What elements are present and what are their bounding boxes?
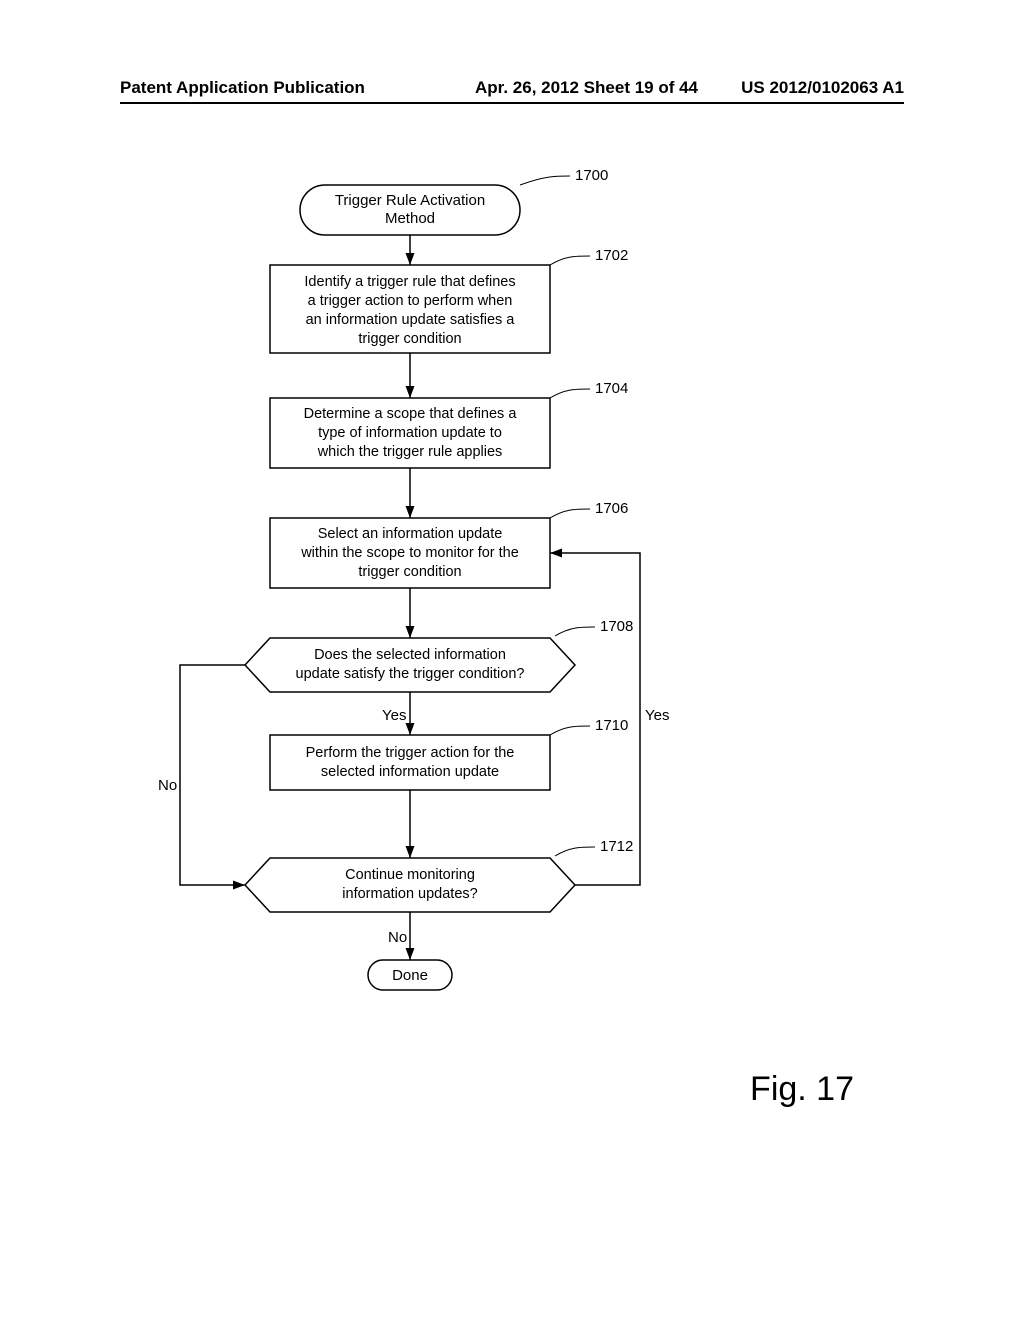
node-1712-l1: Continue monitoring	[345, 867, 475, 883]
node-1702: Identify a trigger rule that defines a t…	[270, 247, 628, 353]
ref-1704: 1704	[595, 380, 628, 397]
label-1712-yes: Yes	[645, 707, 669, 724]
node-1712: Continue monitoring information updates?…	[245, 838, 633, 912]
node-1710-l2: selected information update	[321, 764, 499, 780]
node-1712-l2: information updates?	[342, 886, 477, 902]
label-1708-no: No	[158, 777, 177, 794]
label-1708-yes: Yes	[382, 707, 406, 724]
node-1710: Perform the trigger action for the selec…	[270, 717, 628, 790]
ref-1702: 1702	[595, 247, 628, 264]
node-1710-l1: Perform the trigger action for the	[306, 745, 515, 761]
label-1712-no: No	[388, 929, 407, 946]
node-1700-line2: Method	[385, 210, 435, 227]
page: Patent Application Publication Apr. 26, …	[0, 0, 1024, 1320]
flowchart: Trigger Rule Activation Method 1700 Iden…	[0, 0, 1024, 1320]
node-1702-l2: a trigger action to perform when	[308, 293, 513, 309]
node-1704-l3: which the trigger rule applies	[317, 444, 503, 460]
ref-1700: 1700	[575, 167, 608, 184]
node-done-text: Done	[392, 967, 428, 984]
ref-1708: 1708	[600, 618, 633, 635]
node-1706: Select an information update within the …	[270, 500, 628, 588]
node-1708: Does the selected information update sat…	[245, 618, 633, 692]
ref-1710: 1710	[595, 717, 628, 734]
node-1706-l2: within the scope to monitor for the	[300, 545, 519, 561]
node-1708-l1: Does the selected information	[314, 647, 506, 663]
node-1700: Trigger Rule Activation Method 1700	[300, 167, 608, 235]
node-1702-l1: Identify a trigger rule that defines	[304, 274, 515, 290]
node-1706-l1: Select an information update	[318, 526, 503, 542]
node-1700-line1: Trigger Rule Activation	[335, 192, 485, 209]
node-1704-l1: Determine a scope that defines a	[304, 406, 518, 422]
edge-1708-no	[180, 665, 245, 885]
node-1704-l2: type of information update to	[318, 425, 502, 441]
node-1702-l3: an information update satisfies a	[306, 312, 516, 328]
ref-1712: 1712	[600, 838, 633, 855]
figure-label: Fig. 17	[750, 1070, 854, 1109]
node-done: Done	[368, 960, 452, 990]
node-1706-l3: trigger condition	[358, 564, 461, 580]
node-1702-l4: trigger condition	[358, 331, 461, 347]
node-1704: Determine a scope that defines a type of…	[270, 380, 628, 468]
ref-1706: 1706	[595, 500, 628, 517]
node-1708-l2: update satisfy the trigger condition?	[296, 666, 525, 682]
